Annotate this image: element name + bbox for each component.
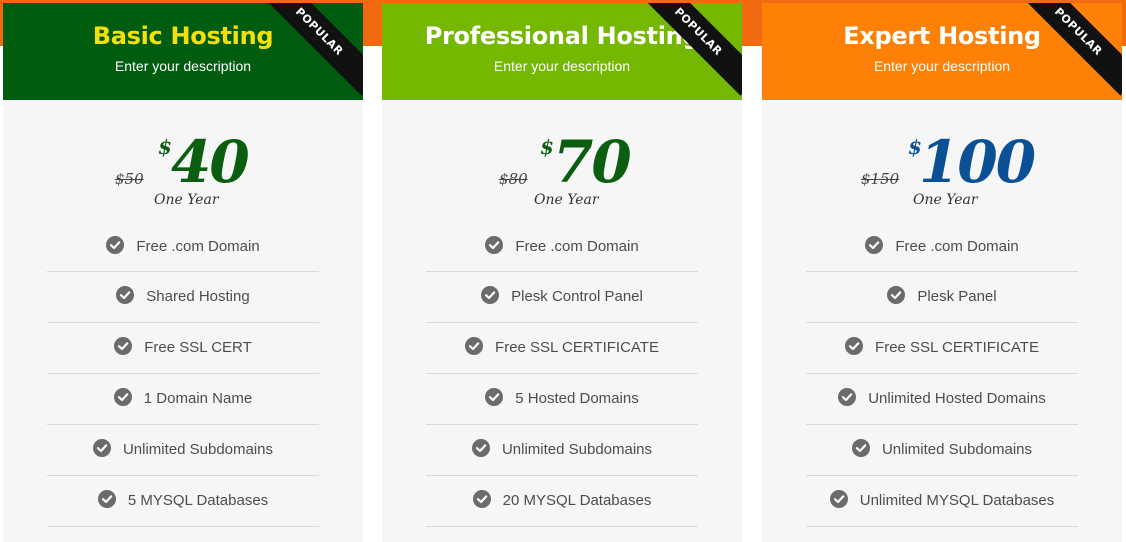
feature-item: 1 Domain Name <box>47 374 319 425</box>
feature-label: Free SSL CERTIFICATE <box>495 339 659 357</box>
check-circle-icon <box>485 236 504 254</box>
check-circle-icon <box>851 439 870 457</box>
feature-label: Unlimited Subdomains <box>881 441 1033 459</box>
check-circle-icon <box>485 388 504 406</box>
feature-label: 5 MYSQL Databases <box>127 492 269 510</box>
currency-symbol: $ <box>158 135 172 159</box>
card-header: Expert Hosting Enter your description PO… <box>762 3 1122 100</box>
price-amount: 70 <box>553 128 632 196</box>
feature-list: Free .com Domain Shared Hosting Free SSL… <box>3 225 363 527</box>
check-circle-icon <box>829 490 848 508</box>
feature-label: 20 MYSQL Databases <box>502 492 652 510</box>
billing-period: One Year <box>913 192 978 208</box>
check-circle-icon <box>865 236 884 254</box>
feature-item: 20 MYSQL Databases <box>426 476 698 527</box>
feature-item: Free SSL CERTIFICATE <box>806 323 1078 374</box>
feature-label: 1 Domain Name <box>143 390 253 408</box>
check-circle-icon <box>106 236 125 254</box>
feature-label: Free .com Domain <box>136 238 260 256</box>
old-price: $50 <box>115 170 144 188</box>
feature-label: Free .com Domain <box>515 238 639 256</box>
feature-item: Unlimited Subdomains <box>806 425 1078 476</box>
feature-item: Free SSL CERTIFICATE <box>426 323 698 374</box>
billing-period: One Year <box>154 192 219 208</box>
feature-item: Shared Hosting <box>47 272 319 323</box>
price-area: $50 $ 40 One Year <box>3 100 363 225</box>
check-circle-icon <box>845 337 864 355</box>
price-amount: 100 <box>919 128 1036 196</box>
old-price: $80 <box>499 170 528 188</box>
feature-item: Unlimited Hosted Domains <box>806 374 1078 425</box>
check-circle-icon <box>838 388 857 406</box>
check-circle-icon <box>465 337 484 355</box>
check-circle-icon <box>97 490 116 508</box>
feature-item: Plesk Control Panel <box>426 272 698 323</box>
pricing-card-basic: Basic Hosting Enter your description POP… <box>3 3 363 542</box>
feature-label: Plesk Control Panel <box>511 288 643 306</box>
feature-list: Free .com Domain Plesk Control Panel Fre… <box>382 225 742 527</box>
feature-label: Shared Hosting <box>146 288 250 306</box>
billing-period: One Year <box>534 192 599 208</box>
feature-label: Plesk Panel <box>917 288 997 306</box>
feature-label: Unlimited MYSQL Databases <box>859 492 1055 510</box>
feature-label: Free SSL CERTIFICATE <box>875 339 1039 357</box>
feature-item: Free SSL CERT <box>47 323 319 374</box>
old-price: $150 <box>861 170 900 188</box>
feature-item: Free .com Domain <box>426 225 698 272</box>
check-circle-icon <box>114 337 133 355</box>
feature-label: Unlimited Subdomains <box>501 441 653 459</box>
check-circle-icon <box>481 286 500 304</box>
feature-item: Unlimited Subdomains <box>47 425 319 476</box>
feature-item: Free .com Domain <box>806 225 1078 272</box>
feature-item: 5 Hosted Domains <box>426 374 698 425</box>
price-area: $150 $ 100 One Year <box>762 100 1122 225</box>
feature-item: 5 MYSQL Databases <box>47 476 319 527</box>
plan-description: Enter your description <box>873 58 1011 74</box>
card-header: Basic Hosting Enter your description POP… <box>3 3 363 100</box>
feature-label: Unlimited Subdomains <box>122 441 274 459</box>
price-area: $80 $ 70 One Year <box>382 100 742 225</box>
feature-list: Free .com Domain Plesk Panel Free SSL CE… <box>762 225 1122 527</box>
feature-item: Unlimited MYSQL Databases <box>806 476 1078 527</box>
feature-item: Plesk Panel <box>806 272 1078 323</box>
feature-item: Unlimited Subdomains <box>426 425 698 476</box>
currency-symbol: $ <box>540 135 554 159</box>
pricing-card-expert: Expert Hosting Enter your description PO… <box>762 3 1122 542</box>
plan-description: Enter your description <box>114 58 252 74</box>
feature-label: Unlimited Hosted Domains <box>868 390 1046 408</box>
check-circle-icon <box>471 439 490 457</box>
feature-item: Free .com Domain <box>47 225 319 272</box>
check-circle-icon <box>887 286 906 304</box>
check-circle-icon <box>92 439 111 457</box>
plan-description: Enter your description <box>493 58 631 74</box>
check-circle-icon <box>113 388 132 406</box>
check-circle-icon <box>116 286 135 304</box>
check-circle-icon <box>472 490 491 508</box>
feature-label: Free .com Domain <box>895 238 1019 256</box>
feature-label: Free SSL CERT <box>144 339 252 357</box>
feature-label: 5 Hosted Domains <box>515 390 639 408</box>
card-header: Professional Hosting Enter your descript… <box>382 3 742 100</box>
price-amount: 40 <box>171 128 250 196</box>
pricing-card-professional: Professional Hosting Enter your descript… <box>382 3 742 542</box>
